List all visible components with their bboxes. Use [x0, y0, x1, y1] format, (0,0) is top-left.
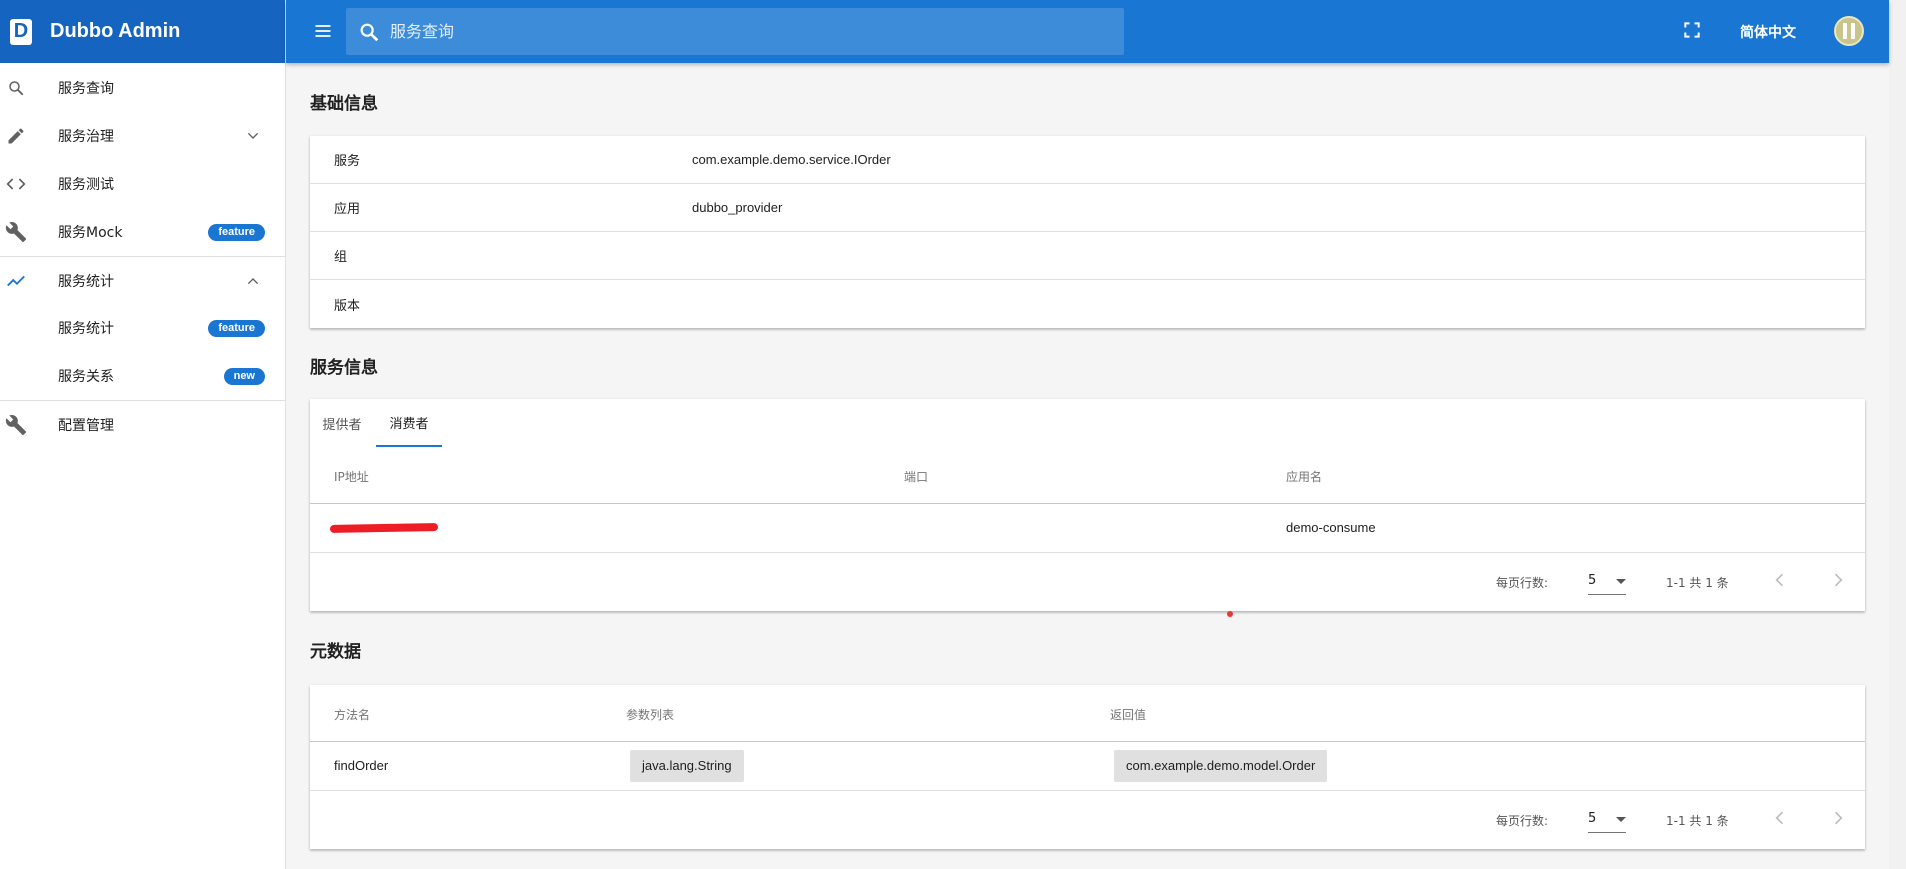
dubbo-logo-icon: D [10, 18, 32, 45]
sidebar-item-config-management[interactable]: 配置管理 [0, 400, 285, 448]
feature-badge: feature [208, 319, 265, 337]
sidebar-item-service-mock[interactable]: 服务Mock feature [0, 208, 285, 256]
section-title-service-info: 服务信息 [310, 358, 378, 378]
rows-per-page-select[interactable]: 5 [1588, 569, 1626, 595]
chevron-right-icon[interactable] [1828, 808, 1848, 828]
sidebar-item-label: 服务统计 [58, 321, 114, 337]
metadata-card: 方法名 参数列表 返回值 findOrder java.lang.String … [310, 685, 1865, 849]
tab-providers[interactable]: 提供者 [310, 399, 374, 447]
brand-header[interactable]: D Dubbo Admin [0, 0, 285, 63]
info-row: 组 [310, 232, 1865, 280]
param-chip[interactable]: java.lang.String [630, 750, 744, 782]
table-row: demo-consume [310, 504, 1865, 553]
chevron-left-icon[interactable] [1770, 570, 1790, 590]
sidebar-item-service-test[interactable]: 服务测试 [0, 160, 285, 208]
main-content: 基础信息 服务 com.example.demo.service.IOrder … [286, 63, 1889, 869]
new-badge: new [223, 367, 265, 385]
sidebar-item-label: 服务治理 [58, 129, 114, 145]
menu-icon[interactable] [310, 18, 336, 44]
chevron-right-icon[interactable] [1828, 570, 1848, 590]
pagination-range: 1-1 共 1 条 [1666, 814, 1729, 828]
wrench-icon [2, 220, 30, 244]
pencil-icon [2, 124, 30, 148]
search-bar[interactable] [346, 8, 1124, 55]
app-name-cell: demo-consume [1286, 520, 1376, 535]
search-icon [2, 76, 30, 100]
sidebar: D Dubbo Admin 服务查询 服务治理 服务测试 服务Mock feat… [0, 0, 286, 869]
sidebar-item-service-statistics[interactable]: 服务统计 [0, 256, 285, 304]
rows-per-page-select[interactable]: 5 [1588, 807, 1626, 833]
info-row: 版本 [334, 298, 361, 314]
language-selector[interactable]: 简体中文 [1740, 22, 1796, 42]
section-title-basic-info: 基础信息 [310, 94, 378, 114]
sidebar-item-label: 服务查询 [58, 81, 114, 97]
sidebar-item-label: 服务统计 [58, 273, 114, 290]
chevron-down-icon[interactable] [241, 124, 265, 148]
feature-badge: feature [208, 223, 265, 241]
cursor-marker [1227, 611, 1233, 617]
avatar[interactable] [1834, 16, 1864, 46]
search-icon [358, 21, 380, 43]
sidebar-item-service-governance[interactable]: 服务治理 [0, 112, 285, 160]
sidebar-item-label: 配置管理 [58, 417, 114, 434]
sidebar-subitem-service-statistics[interactable]: 服务统计 feature [0, 304, 285, 352]
caret-down-icon [1616, 579, 1626, 584]
sidebar-item-label: 服务关系 [58, 369, 114, 385]
code-icon [2, 172, 30, 196]
table-pagination: 每页行数: 5 1-1 共 1 条 [310, 553, 1865, 611]
basic-info-card: 服务 com.example.demo.service.IOrder 应用 du… [310, 136, 1865, 328]
pagination-range: 1-1 共 1 条 [1666, 576, 1729, 590]
service-tabs: 提供者 消费者 [310, 399, 1865, 447]
sidebar-item-label: 服务Mock [58, 225, 123, 241]
service-name-value: com.example.demo.service.IOrder [692, 152, 891, 167]
fullscreen-icon[interactable] [1682, 20, 1704, 42]
info-row: 服务 com.example.demo.service.IOrder [310, 136, 1865, 184]
redaction-mark [329, 523, 439, 533]
search-input[interactable] [388, 21, 1088, 42]
table-pagination: 每页行数: 5 1-1 共 1 条 [310, 791, 1865, 849]
sidebar-subitem-service-relation[interactable]: 服务关系 new [0, 352, 285, 400]
scrollbar[interactable] [1889, 0, 1906, 869]
sidebar-item-service-search[interactable]: 服务查询 [0, 64, 285, 112]
service-info-card: 提供者 消费者 IP地址 端口 应用名 demo-consume 每页行数: 5… [310, 399, 1865, 611]
app-title: Dubbo Admin [50, 20, 181, 42]
top-app-bar: 简体中文 [286, 0, 1889, 63]
wrench-icon [2, 413, 30, 437]
table-row: findOrder java.lang.String com.example.d… [310, 742, 1865, 791]
return-type-chip[interactable]: com.example.demo.model.Order [1114, 750, 1328, 782]
trending-up-icon [2, 269, 30, 293]
table-header: 方法名 参数列表 返回值 [310, 685, 1865, 742]
chevron-up-icon[interactable] [241, 269, 265, 293]
tab-consumers[interactable]: 消费者 [376, 399, 442, 447]
method-name-cell: findOrder [334, 758, 389, 773]
application-value: dubbo_provider [692, 200, 783, 215]
chevron-left-icon[interactable] [1770, 808, 1790, 828]
table-header: IP地址 端口 应用名 [310, 447, 1865, 504]
section-title-metadata: 元数据 [310, 642, 361, 662]
info-row: 应用 dubbo_provider [310, 184, 1865, 232]
sidebar-item-label: 服务测试 [58, 177, 114, 193]
caret-down-icon [1616, 817, 1626, 822]
